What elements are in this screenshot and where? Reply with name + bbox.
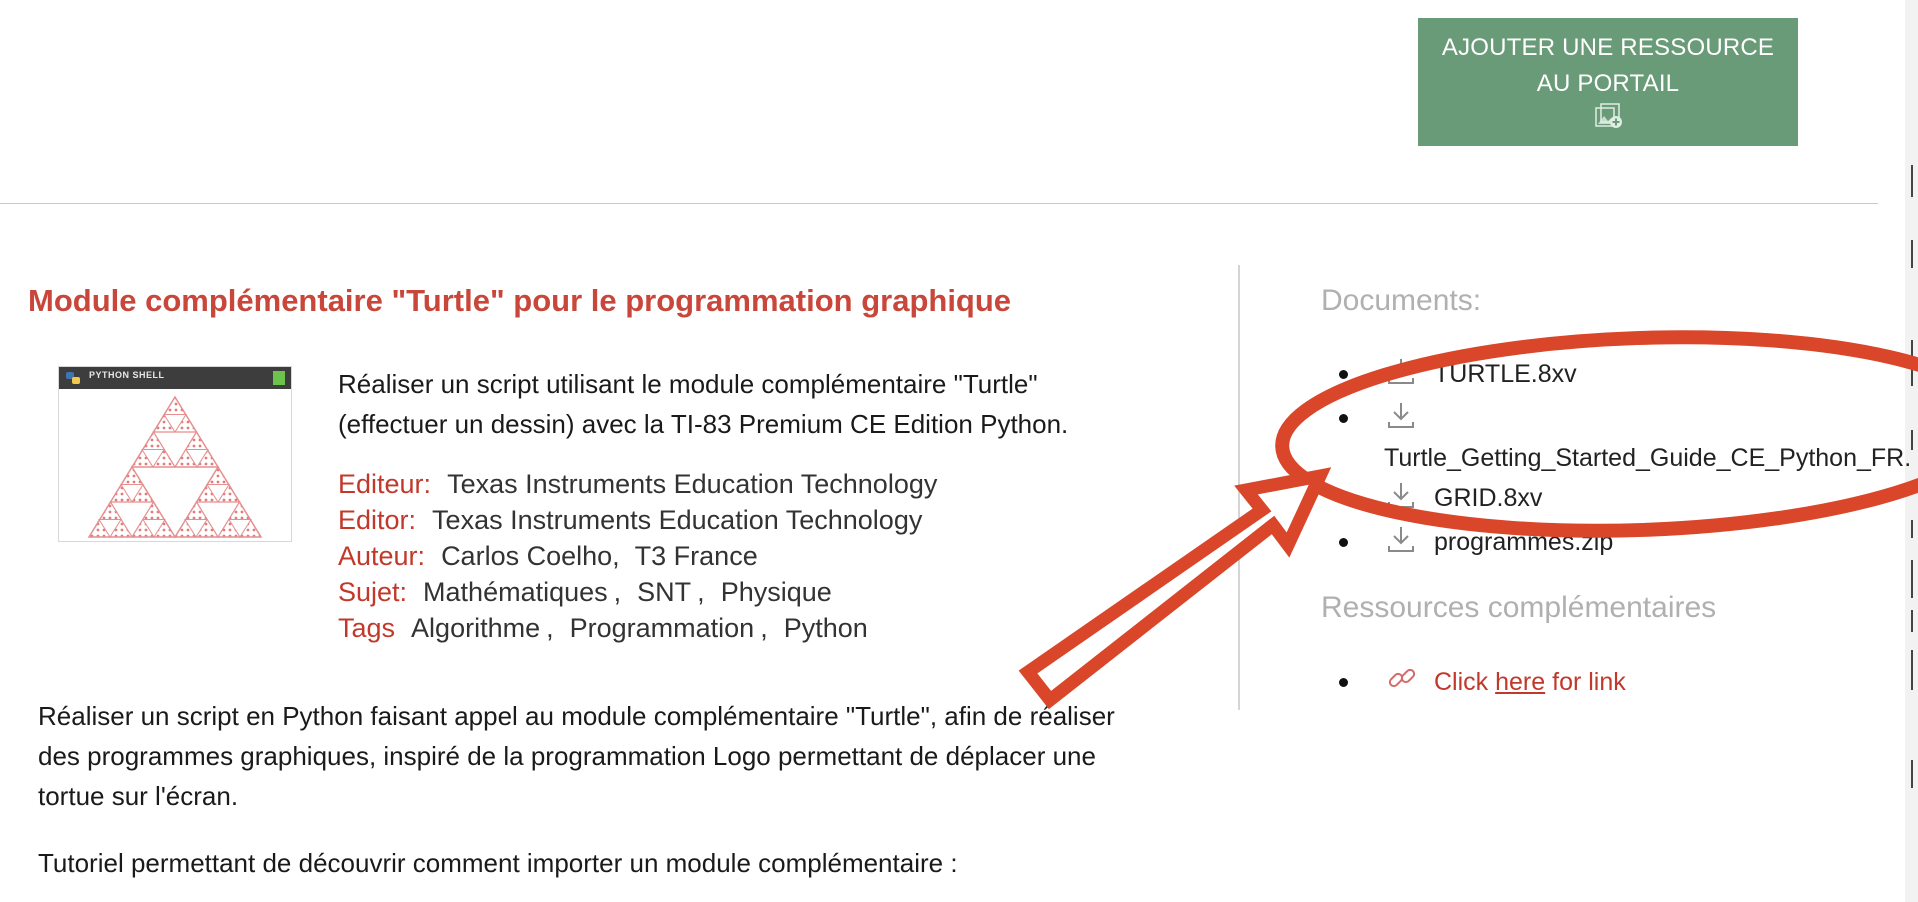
meta-label: Sujet:: [338, 577, 408, 607]
meta-value[interactable]: Carlos Coelho,: [441, 541, 620, 571]
meta-label: Editeur:: [338, 469, 432, 499]
tag[interactable]: Programmation: [570, 613, 755, 643]
resource-description: Réaliser un script en Python faisant app…: [38, 701, 1115, 811]
thumbnail-header-text: PYTHON SHELL: [89, 370, 165, 380]
document-name[interactable]: TURTLE.8xv: [1434, 360, 1577, 388]
resource-title: Module complémentaire "Turtle" pour le p…: [28, 283, 1012, 318]
battery-icon: [273, 371, 285, 385]
thumbnail-status-bar: PYTHON SHELL: [59, 367, 291, 389]
tag[interactable]: Algorithme: [411, 613, 540, 643]
resource-metadata: Editeur: Texas Instruments Education Tech…: [338, 466, 937, 646]
meta-label: Editor:: [338, 505, 417, 535]
meta-label: Tags: [338, 613, 396, 643]
download-icon: [1388, 527, 1414, 552]
tutorial-intro: Tutoriel permettant de découvrir comment…: [38, 848, 958, 878]
here-link[interactable]: here: [1495, 668, 1545, 696]
column-divider: [1238, 265, 1240, 710]
header-divider: [0, 203, 1878, 204]
add-resource-label-line1: AJOUTER UNE RESSOURCE: [1441, 34, 1775, 61]
tag[interactable]: Python: [784, 613, 868, 643]
meta-row-tags: Tags Algorithme, Programmation, Python: [338, 610, 937, 646]
separator: ,: [613, 577, 622, 607]
link-prefix: Click: [1434, 668, 1489, 696]
meta-value[interactable]: T3 France: [635, 541, 758, 571]
meta-label: Auteur:: [338, 541, 426, 571]
document-name[interactable]: GRID.8xv: [1434, 484, 1542, 512]
download-icon: [1388, 359, 1414, 384]
subject-tag[interactable]: Physique: [721, 577, 832, 607]
meta-row-editor: Editor: Texas Instruments Education Techn…: [338, 502, 937, 538]
complementary-list: Click here for link: [1321, 660, 1626, 704]
add-resource-button[interactable]: AJOUTER UNE RESSOURCE AU PORTAIL: [1418, 18, 1798, 146]
portal-add-icon: [1595, 103, 1622, 128]
meta-value[interactable]: Texas Instruments Education Technology: [432, 505, 922, 535]
separator: ,: [546, 613, 554, 643]
document-item[interactable]: GRID.8xv: [1321, 476, 1911, 520]
documents-heading: Documents:: [1321, 284, 1482, 317]
subject-tag[interactable]: Mathématiques: [423, 577, 608, 607]
subject-tag[interactable]: SNT: [637, 577, 691, 607]
meta-row-sujet: Sujet: Mathématiques, SNT, Physique: [338, 574, 937, 610]
meta-row-editeur: Editeur: Texas Instruments Education Tech…: [338, 466, 937, 502]
annotation-arrow: [1018, 467, 1332, 710]
download-icon: [1388, 403, 1414, 428]
separator: ,: [697, 577, 705, 607]
document-item[interactable]: TURTLE.8xv: [1321, 352, 1911, 396]
document-name[interactable]: programmes.zip: [1434, 528, 1613, 556]
separator: ,: [760, 613, 768, 643]
link-item: Click here for link: [1321, 660, 1626, 704]
sierpinski-drawing: [87, 395, 263, 539]
document-item[interactable]: programmes.zip: [1321, 520, 1911, 564]
documents-list: TURTLE.8xv Turtle_Getting_Started_Guide_…: [1321, 352, 1911, 564]
python-logo-icon: [66, 372, 80, 384]
download-icon: [1388, 483, 1414, 508]
resource-summary: Réaliser un script utilisant le module c…: [338, 369, 1069, 439]
resource-thumbnail[interactable]: PYTHON SHELL: [58, 366, 292, 542]
add-resource-label-line2: AU PORTAIL: [1536, 70, 1680, 97]
link-icon: [1388, 668, 1416, 688]
meta-row-auteur: Auteur: Carlos Coelho, T3 France: [338, 538, 937, 574]
document-item[interactable]: Turtle_Getting_Started_Guide_CE_Python_F…: [1321, 396, 1911, 476]
document-name[interactable]: Turtle_Getting_Started_Guide_CE_Python_F…: [1384, 440, 1911, 476]
meta-value[interactable]: Texas Instruments Education Technology: [447, 469, 937, 499]
link-suffix: for link: [1552, 668, 1626, 696]
complementary-heading: Ressources complémentaires: [1321, 591, 1717, 624]
